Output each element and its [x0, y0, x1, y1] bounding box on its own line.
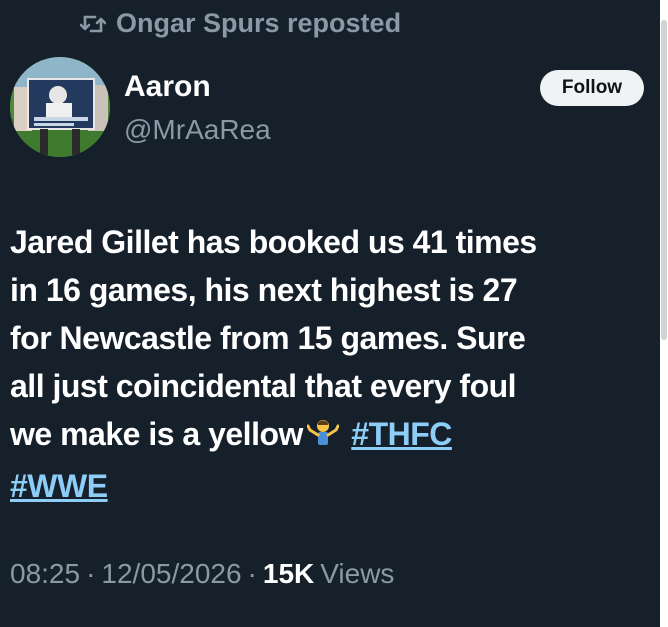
tweet-line: in 16 games, his next highest is 27 [10, 272, 518, 308]
tweet-date[interactable]: 12/05/2026 [101, 558, 241, 590]
repost-icon [80, 13, 106, 35]
author-handle[interactable]: @MrAaRea [124, 114, 271, 146]
tweet-line: we make is a yellow [10, 416, 303, 452]
meta-separator: · [247, 558, 257, 589]
tweet-time[interactable]: 08:25 [10, 558, 80, 590]
follow-button[interactable]: Follow [540, 70, 644, 106]
repost-text[interactable]: Ongar Spurs reposted [116, 8, 401, 39]
repost-header: Ongar Spurs reposted [80, 8, 401, 39]
author-name[interactable]: Aaron [124, 70, 211, 104]
avatar[interactable] [10, 57, 110, 157]
tweet-line: all just coincidental that every foul [10, 368, 517, 404]
tweet-line: Jared Gillet has booked us 41 times [10, 224, 537, 260]
tweet-line-with-hashtag: we make is a yellow #THFC [10, 410, 650, 462]
views-count: 15K [262, 558, 315, 589]
tweet-line: for Newcastle from 15 games. Sure [10, 320, 526, 356]
scrollbar[interactable] [660, 0, 668, 627]
meta-separator: · [86, 558, 96, 589]
hashtag-link[interactable]: #WWE [10, 468, 108, 504]
tweet-meta: 08:25 · 12/05/2026 · 15K Views [10, 558, 394, 590]
views-label: Views [320, 558, 395, 589]
tweet-card[interactable]: Ongar Spurs reposted Aaron @MrAaRea Foll… [0, 0, 660, 627]
tweet-line-hashtag: #WWE [10, 462, 650, 510]
person-shrugging-emoji [306, 414, 340, 462]
tweet-text: Jared Gillet has booked us 41 times in 1… [10, 218, 650, 510]
hashtag-link[interactable]: #THFC [351, 416, 452, 452]
scrollbar-thumb[interactable] [661, 20, 667, 340]
